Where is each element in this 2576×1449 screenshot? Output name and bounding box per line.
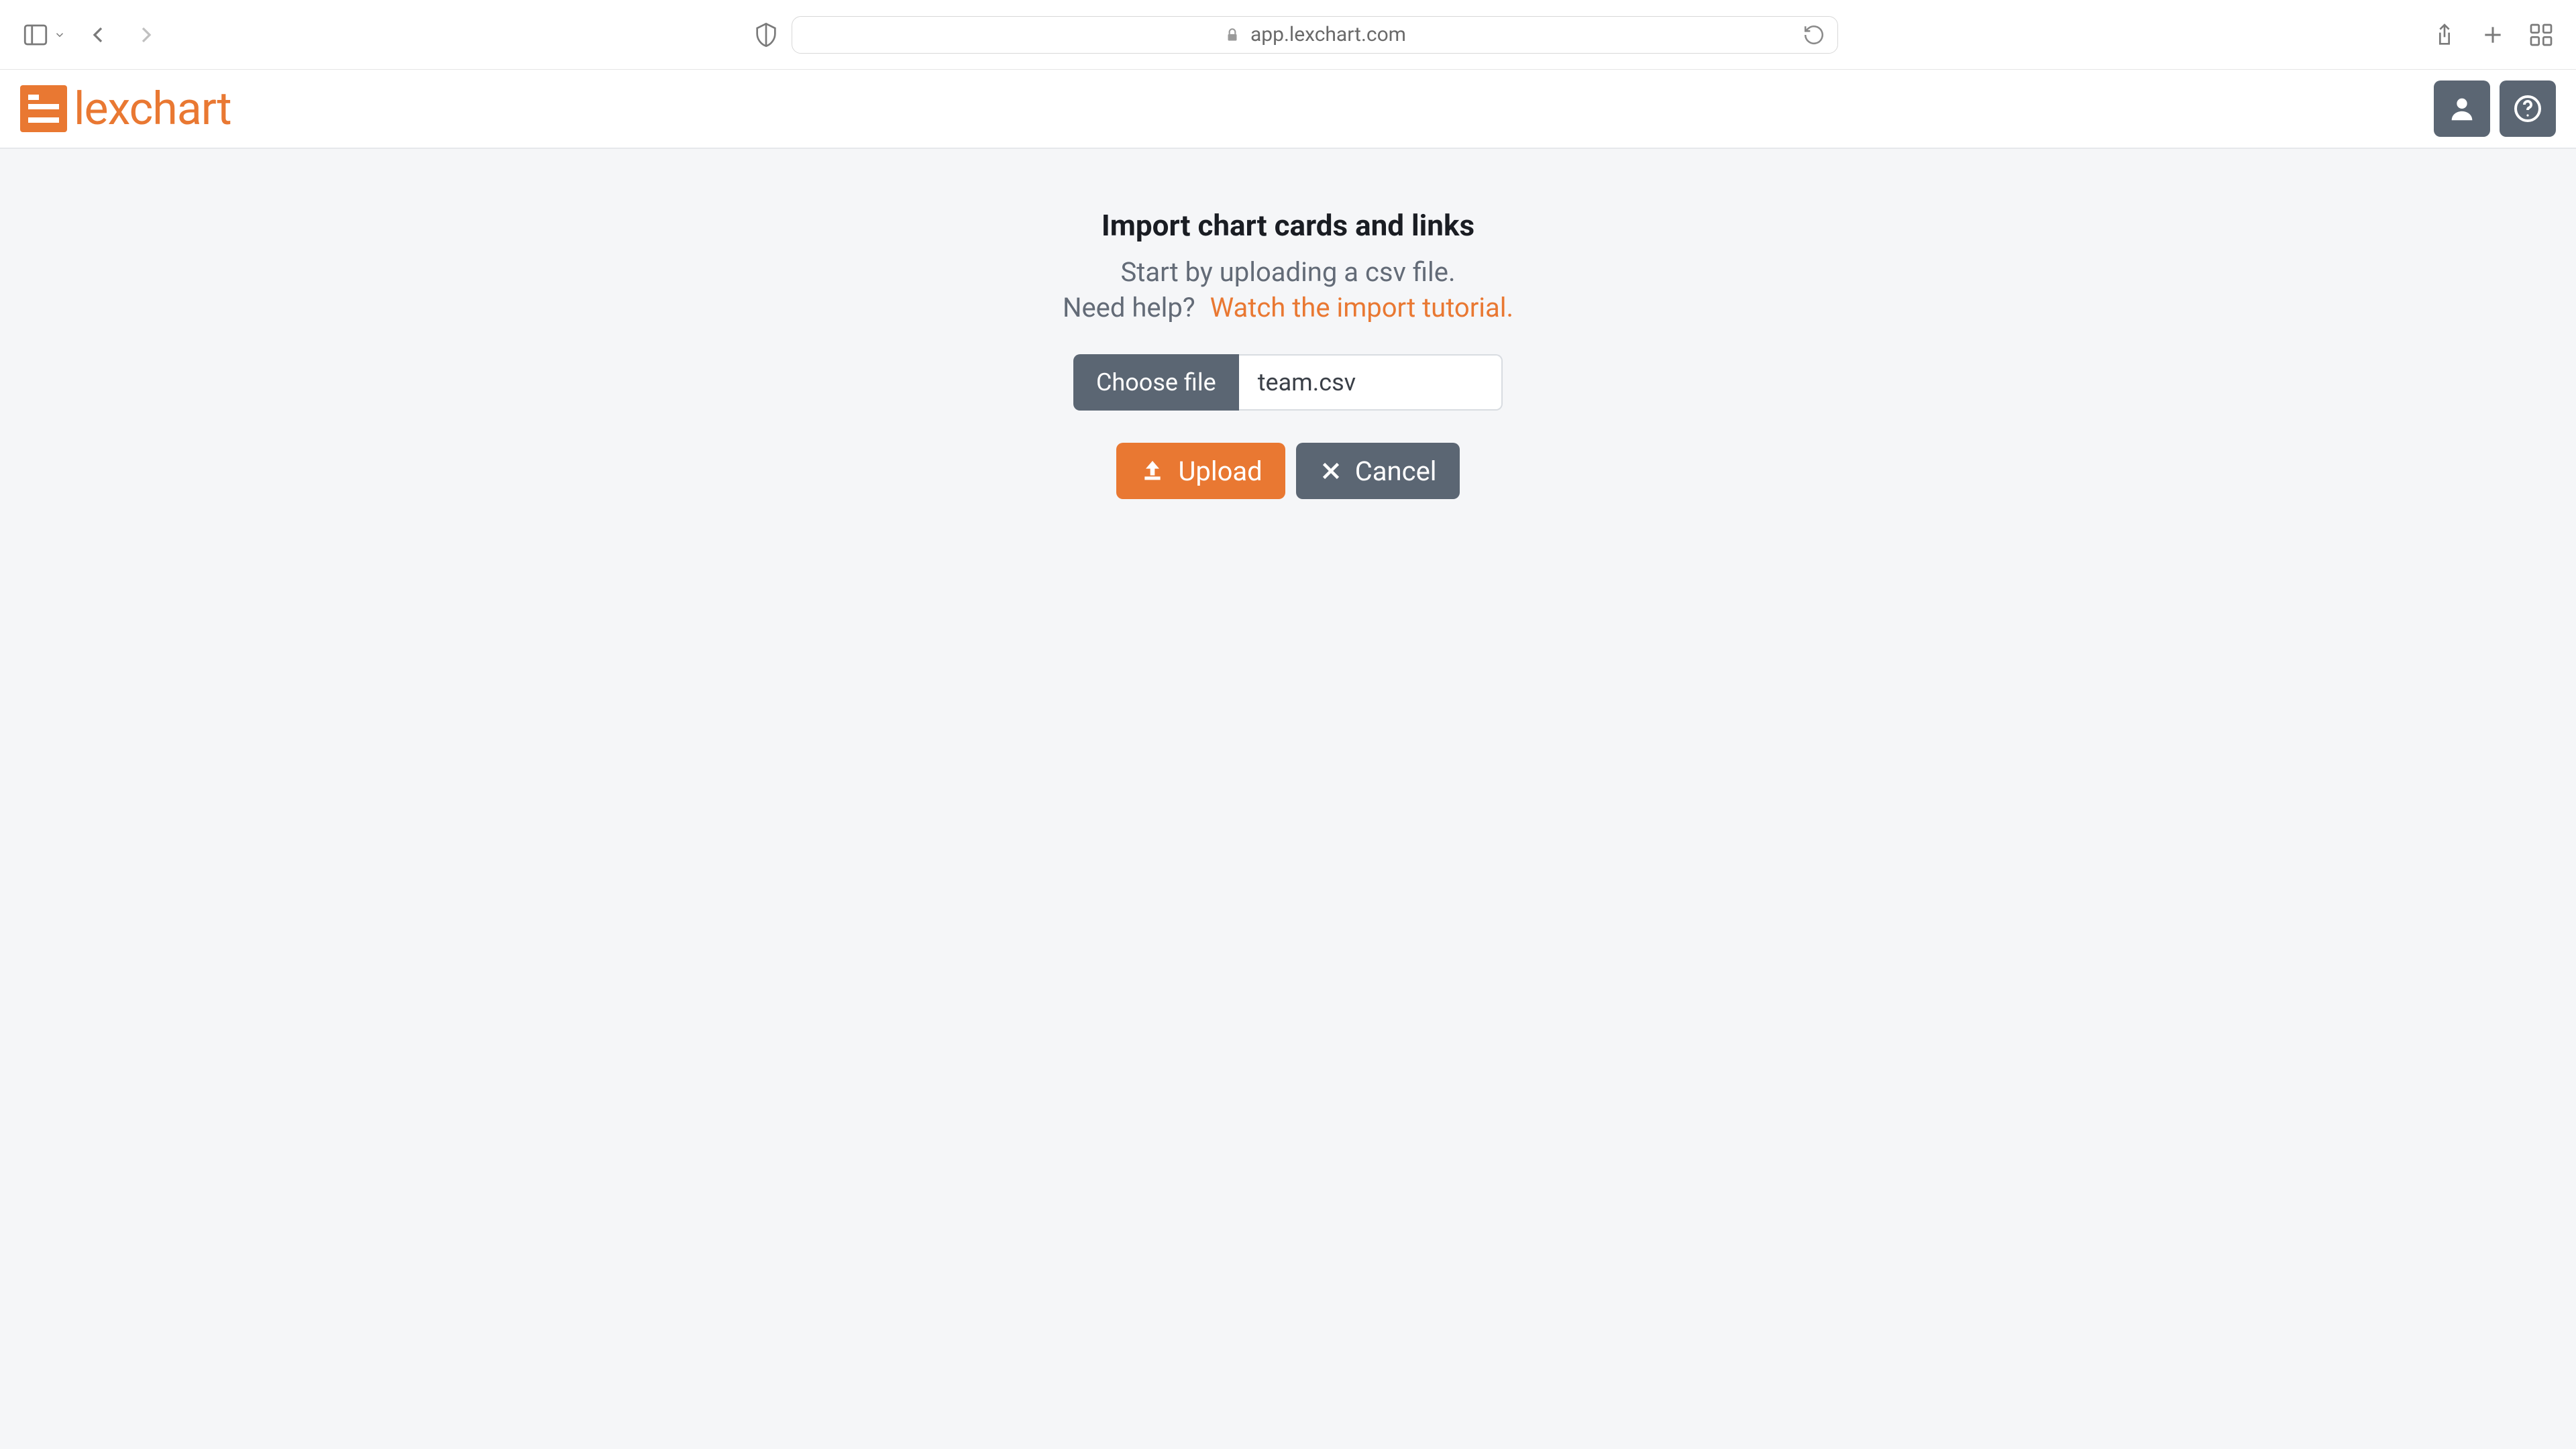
help-line: Need help? Watch the import tutorial.: [1063, 292, 1513, 323]
help-prefix: Need help?: [1063, 292, 1195, 323]
upload-button[interactable]: Upload: [1116, 443, 1285, 499]
action-buttons: Upload Cancel: [1116, 443, 1459, 499]
logo-mark-icon: [20, 85, 67, 132]
privacy-shield-icon[interactable]: [753, 21, 780, 48]
share-button[interactable]: [2431, 21, 2458, 48]
cancel-label: Cancel: [1355, 455, 1437, 487]
upload-label: Upload: [1178, 455, 1262, 487]
logo-text: lexchart: [74, 82, 231, 136]
sidebar-toggle-button[interactable]: [21, 21, 66, 49]
back-button[interactable]: [85, 21, 111, 48]
file-picker: Choose file team.csv: [1073, 354, 1503, 411]
help-button[interactable]: [2500, 80, 2556, 137]
cancel-button[interactable]: Cancel: [1296, 443, 1460, 499]
forward-button[interactable]: [133, 21, 160, 48]
address-bar[interactable]: app.lexchart.com: [792, 16, 1838, 54]
tab-overview-button[interactable]: [2528, 21, 2555, 48]
page-title: Import chart cards and links: [1102, 208, 1474, 243]
logo[interactable]: lexchart: [20, 82, 231, 136]
tutorial-link[interactable]: Watch the import tutorial.: [1210, 292, 1513, 323]
refresh-button[interactable]: [1803, 23, 1825, 46]
new-tab-button[interactable]: [2479, 21, 2506, 48]
browser-toolbar: app.lexchart.com: [0, 0, 2576, 70]
close-icon: [1319, 459, 1343, 483]
app-header: lexchart: [0, 70, 2576, 149]
url-text: app.lexchart.com: [1250, 23, 1406, 46]
subtitle-text: Start by uploading a csv file.: [1120, 256, 1455, 288]
lock-icon: [1224, 26, 1241, 44]
upload-icon: [1139, 458, 1166, 484]
account-button[interactable]: [2434, 80, 2490, 137]
import-panel: Import chart cards and links Start by up…: [0, 149, 2576, 499]
file-name-display: team.csv: [1239, 354, 1503, 411]
choose-file-button[interactable]: Choose file: [1073, 354, 1239, 411]
